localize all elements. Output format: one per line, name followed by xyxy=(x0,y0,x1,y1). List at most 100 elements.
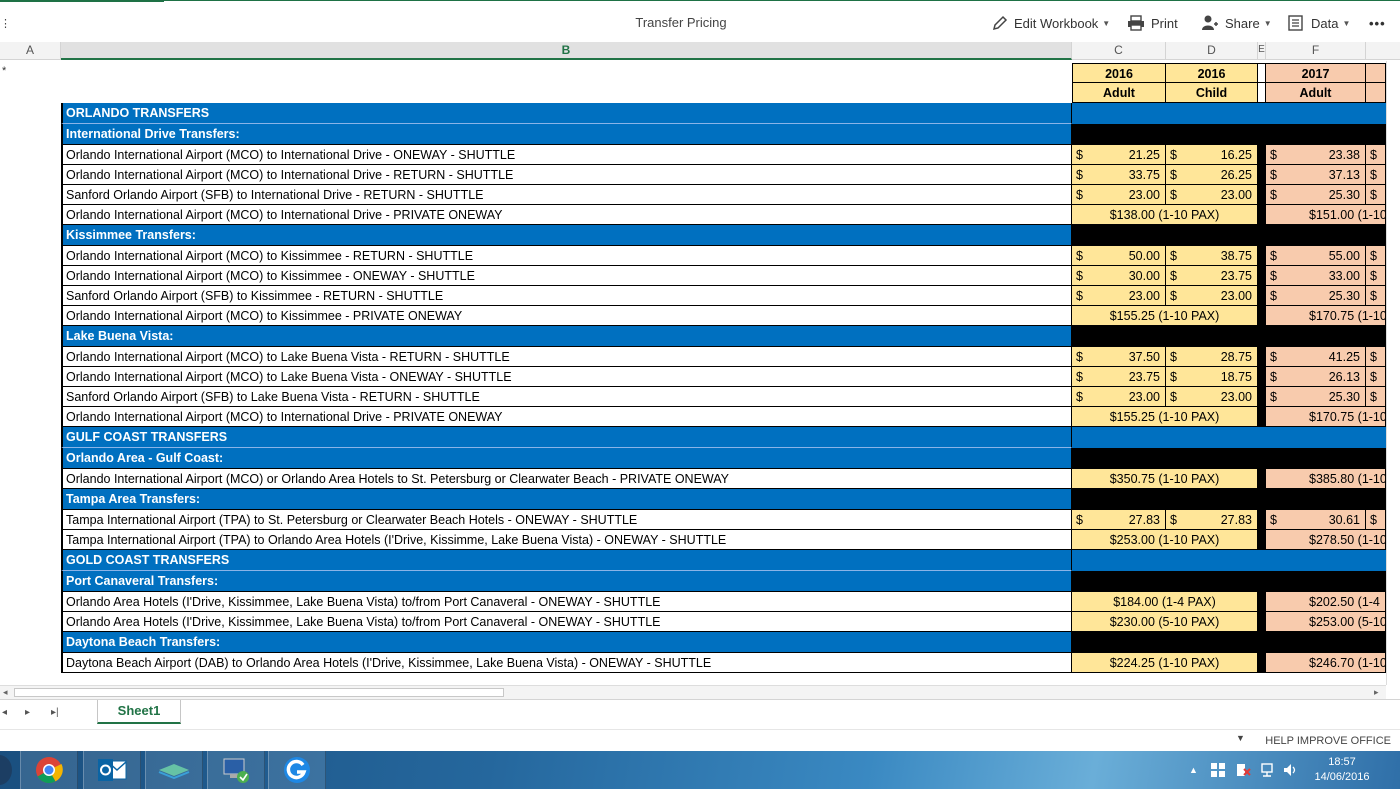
price-cell-c[interactable]: $33.75 xyxy=(1072,165,1166,185)
help-improve-office-link[interactable]: HELP IMPROVE OFFICE xyxy=(1265,735,1391,747)
header-type-f[interactable]: Adult xyxy=(1266,83,1366,103)
price-cell-d[interactable]: $16.25 xyxy=(1166,145,1258,165)
merged-price-cell-2016[interactable]: $230.00 (5-10 PAX) xyxy=(1072,612,1258,632)
price-cell-d[interactable]: $23.75 xyxy=(1166,266,1258,286)
header-year-g[interactable] xyxy=(1366,63,1386,83)
route-label-cell[interactable]: Orlando International Airport (MCO) to I… xyxy=(61,205,1072,225)
merged-price-cell-2017[interactable]: $385.80 (1-10 xyxy=(1266,469,1386,489)
header-year-d[interactable]: 2016 xyxy=(1166,63,1258,83)
remote-desktop-taskbar-button[interactable] xyxy=(207,751,265,789)
route-label-cell[interactable]: Tampa International Airport (TPA) to Orl… xyxy=(61,530,1072,550)
price-cell-c[interactable]: $37.50 xyxy=(1072,347,1166,367)
scroll-left-icon[interactable]: ◂ xyxy=(3,686,8,699)
column-header-d[interactable]: D xyxy=(1166,42,1258,60)
edit-workbook-button[interactable]: Edit Workbook ▼ xyxy=(992,13,1110,33)
route-label-cell[interactable]: Port Canaveral Transfers: xyxy=(61,571,1072,592)
route-label-cell[interactable]: Orlando International Airport (MCO) to K… xyxy=(61,246,1072,266)
route-label-cell[interactable]: Kissimmee Transfers: xyxy=(61,225,1072,246)
price-cell-f[interactable]: $37.13 xyxy=(1266,165,1366,185)
merged-price-cell-2016[interactable]: $253.00 (1-10 PAX) xyxy=(1072,530,1258,550)
route-label-cell[interactable]: Orlando International Airport (MCO) to K… xyxy=(61,266,1072,286)
price-cell-d[interactable]: $23.00 xyxy=(1166,286,1258,306)
tray-overflow-icon[interactable]: ▲ xyxy=(1189,765,1198,775)
column-header-f[interactable]: F xyxy=(1266,42,1366,60)
price-cell-f[interactable]: $41.25 xyxy=(1266,347,1366,367)
horizontal-scrollbar[interactable]: ◂ ▸ xyxy=(0,685,1386,699)
price-cell-c[interactable]: $27.83 xyxy=(1072,510,1166,530)
merged-price-cell-2016[interactable]: $224.25 (1-10 PAX) xyxy=(1072,653,1258,673)
route-label-cell[interactable]: Lake Buena Vista: xyxy=(61,326,1072,347)
route-label-cell[interactable]: Orlando International Airport (MCO) to L… xyxy=(61,347,1072,367)
network-icon[interactable] xyxy=(1259,763,1275,780)
print-button[interactable]: Print xyxy=(1127,13,1178,33)
merged-price-cell-2017[interactable]: $278.50 (1-10 xyxy=(1266,530,1386,550)
price-cell-c[interactable]: $23.75 xyxy=(1072,367,1166,387)
route-label-cell[interactable]: GOLD COAST TRANSFERS xyxy=(61,550,1072,571)
header-type-g[interactable] xyxy=(1366,83,1386,103)
price-cell-d[interactable]: $23.00 xyxy=(1166,387,1258,407)
route-label-cell[interactable]: Sanford Orlando Airport (SFB) to Lake Bu… xyxy=(61,387,1072,407)
route-label-cell[interactable]: Orlando International Airport (MCO) to L… xyxy=(61,367,1072,387)
route-label-cell[interactable]: GULF COAST TRANSFERS xyxy=(61,427,1072,448)
g-app-taskbar-button[interactable] xyxy=(268,751,326,789)
app-taskbar-button[interactable] xyxy=(145,751,203,789)
price-cell-f[interactable]: $23.38 xyxy=(1266,145,1366,165)
windows-flag-icon[interactable] xyxy=(1211,763,1225,780)
price-cell-g[interactable]: $ xyxy=(1366,387,1386,407)
route-label-cell[interactable]: Orlando International Airport (MCO) to I… xyxy=(61,407,1072,427)
tab-scroll-next-icon[interactable]: ▸ xyxy=(25,707,30,718)
route-label-cell[interactable]: Daytona Beach Transfers: xyxy=(61,632,1072,653)
route-label-cell[interactable]: Tampa Area Transfers: xyxy=(61,489,1072,510)
route-label-cell[interactable]: Daytona Beach Airport (DAB) to Orlando A… xyxy=(61,653,1072,673)
merged-price-cell-2017[interactable]: $202.50 (1-4 xyxy=(1266,592,1386,612)
route-label-cell[interactable]: Orlando Area Hotels (I'Drive, Kissimmee,… xyxy=(61,612,1072,632)
outlook-taskbar-button[interactable] xyxy=(83,751,141,789)
route-label-cell[interactable]: International Drive Transfers: xyxy=(61,124,1072,145)
price-cell-c[interactable]: $21.25 xyxy=(1072,145,1166,165)
price-cell-g[interactable]: $ xyxy=(1366,246,1386,266)
start-orb-icon[interactable] xyxy=(0,755,12,785)
price-cell-g[interactable]: $ xyxy=(1366,145,1386,165)
price-cell-g[interactable]: $ xyxy=(1366,266,1386,286)
column-header-c[interactable]: C xyxy=(1072,42,1166,60)
price-cell-f[interactable]: $25.30 xyxy=(1266,185,1366,205)
route-label-cell[interactable]: Sanford Orlando Airport (SFB) to Interna… xyxy=(61,185,1072,205)
spreadsheet-grid[interactable]: * 2016 2016 2017 Adult Child Adult ORLAN… xyxy=(0,61,1386,685)
route-label-cell[interactable]: Orlando International Airport (MCO) to I… xyxy=(61,165,1072,185)
vertical-scrollbar[interactable] xyxy=(1386,61,1400,685)
merged-price-cell-2016[interactable]: $184.00 (1-4 PAX) xyxy=(1072,592,1258,612)
price-cell-c[interactable]: $30.00 xyxy=(1072,266,1166,286)
price-cell-f[interactable]: $25.30 xyxy=(1266,387,1366,407)
merged-price-cell-2017[interactable]: $246.70 (1-10 xyxy=(1266,653,1386,673)
price-cell-g[interactable]: $ xyxy=(1366,165,1386,185)
merged-price-cell-2017[interactable]: $170.75 (1-10 xyxy=(1266,407,1386,427)
merged-price-cell-2017[interactable]: $253.00 (5-10 xyxy=(1266,612,1386,632)
price-cell-g[interactable]: $ xyxy=(1366,347,1386,367)
scroll-right-icon[interactable]: ▸ xyxy=(1374,686,1379,699)
column-header-b[interactable]: B xyxy=(61,42,1072,60)
route-label-cell[interactable]: Sanford Orlando Airport (SFB) to Kissimm… xyxy=(61,286,1072,306)
system-clock[interactable]: 18:57 14/06/2016 xyxy=(1312,755,1372,785)
header-type-d[interactable]: Child xyxy=(1166,83,1258,103)
price-cell-c[interactable]: $50.00 xyxy=(1072,246,1166,266)
merged-price-cell-2016[interactable]: $155.25 (1-10 PAX) xyxy=(1072,306,1258,326)
price-cell-c[interactable]: $23.00 xyxy=(1072,286,1166,306)
price-cell-g[interactable]: $ xyxy=(1366,185,1386,205)
route-label-cell[interactable]: Orlando International Airport (MCO) to I… xyxy=(61,145,1072,165)
price-cell-f[interactable]: $55.00 xyxy=(1266,246,1366,266)
price-cell-g[interactable]: $ xyxy=(1366,367,1386,387)
route-label-cell[interactable]: Orlando Area Hotels (I'Drive, Kissimmee,… xyxy=(61,592,1072,612)
price-cell-d[interactable]: $23.00 xyxy=(1166,185,1258,205)
price-cell-d[interactable]: $27.83 xyxy=(1166,510,1258,530)
status-chevron-icon[interactable]: ▼ xyxy=(1236,733,1245,743)
merged-price-cell-2017[interactable]: $151.00 (1-10 xyxy=(1266,205,1386,225)
more-options-button[interactable]: ••• xyxy=(1369,13,1386,33)
price-cell-d[interactable]: $26.25 xyxy=(1166,165,1258,185)
tab-scroll-prev-icon[interactable]: ◂ xyxy=(2,707,7,718)
share-button[interactable]: Share ▼ xyxy=(1201,13,1272,33)
price-cell-f[interactable]: $26.13 xyxy=(1266,367,1366,387)
action-center-icon[interactable] xyxy=(1235,763,1251,780)
column-header-a[interactable]: A xyxy=(0,42,61,60)
merged-price-cell-2016[interactable]: $138.00 (1-10 PAX) xyxy=(1072,205,1258,225)
price-cell-d[interactable]: $28.75 xyxy=(1166,347,1258,367)
